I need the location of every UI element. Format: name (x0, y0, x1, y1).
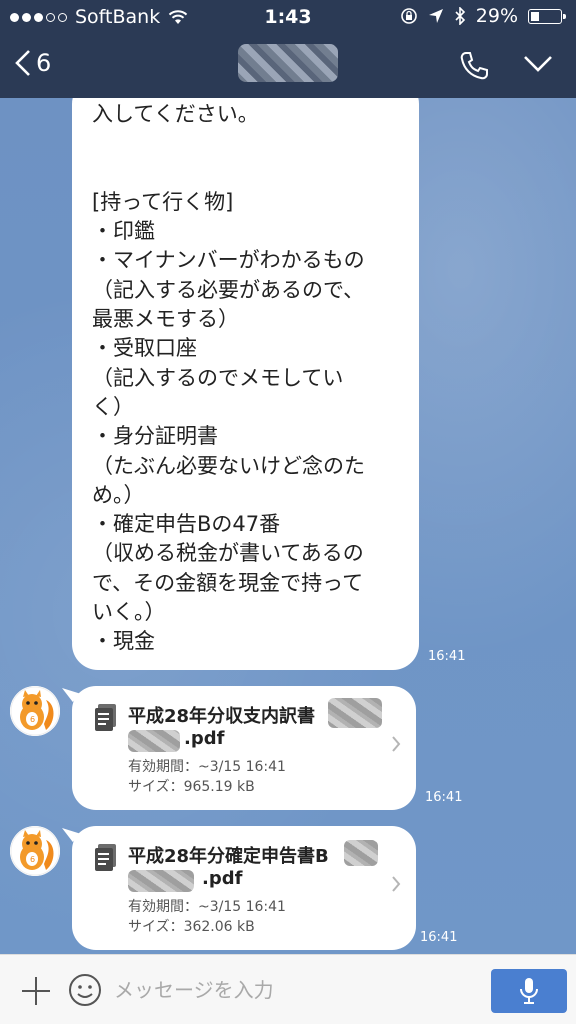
message-time: 16:41 (428, 649, 466, 664)
chat-header: 6 (0, 34, 576, 98)
message-line: ・確定申告Bの47番 (92, 512, 281, 537)
location-icon (428, 9, 443, 23)
message-line: [持って行く物] (92, 189, 234, 214)
redacted-text (128, 730, 180, 752)
file-expiry: 有効期間：~3/15 16:41 (128, 759, 286, 775)
bluetooth-icon (455, 7, 465, 25)
message-time: 16:41 (420, 930, 458, 945)
rotation-lock-icon (400, 8, 417, 24)
input-bar (0, 954, 576, 1024)
message-line: （記入する必要があるので、 (92, 277, 365, 302)
chevron-right-icon[interactable] (390, 874, 402, 894)
file-message[interactable]: 平成28年分確定申告書B .pdf 有効期間：~3/15 16:41 サイズ：3… (72, 826, 416, 950)
chat-area[interactable]: 入してください。 [持って行く物] ・印鑑・マイナンバーがわかるもの （記入する必要が… (0, 98, 576, 954)
message-line: ・受取口座 (92, 336, 197, 361)
message-line: （記入するのでメモしてい (92, 365, 344, 390)
message-line (92, 159, 405, 188)
file-extension: .pdf (202, 868, 243, 889)
file-title: 平成28年分収支内訳書 (128, 706, 316, 727)
message-line: 最悪メモする） (92, 307, 239, 332)
message-line: （たぶん必要ないけど念のた (92, 453, 365, 478)
message-line: いく。） (92, 600, 166, 625)
voice-button[interactable] (491, 969, 567, 1013)
message-line: め。） (92, 482, 145, 507)
emoji-icon[interactable] (68, 973, 102, 1007)
squirrel-avatar-icon: 6 (10, 826, 60, 876)
file-size: サイズ：965.19 kB (128, 779, 255, 795)
message-time: 16:41 (425, 790, 463, 805)
message-line: ・マイナンバーがわかるもの (92, 248, 365, 273)
microphone-icon (520, 978, 538, 1004)
battery-fill (531, 11, 539, 21)
redacted-text (344, 840, 378, 866)
battery-icon (528, 8, 566, 24)
contact-name-redacted (238, 44, 338, 82)
file-title: 平成28年分確定申告書B (128, 846, 329, 867)
svg-text:6: 6 (30, 855, 35, 864)
status-bar: SoftBank 1:43 29% (0, 0, 576, 34)
file-size: サイズ：362.06 kB (128, 919, 255, 935)
message-input[interactable] (112, 971, 476, 1009)
battery-percent: 29% (475, 5, 518, 27)
file-extension: .pdf (184, 728, 225, 749)
message-line: ・身分証明書 (92, 424, 218, 449)
file-message[interactable]: 平成28年分収支内訳書 .pdf 有効期間：~3/15 16:41 サイズ：96… (72, 686, 416, 810)
document-icon (95, 704, 116, 731)
document-icon (95, 844, 116, 871)
svg-text:6: 6 (30, 715, 35, 724)
phone-icon[interactable] (458, 50, 490, 82)
squirrel-avatar-icon: 6 (10, 686, 60, 736)
message-line: 入してください。 (92, 102, 259, 126)
message-line: ・印鑑 (92, 219, 155, 244)
chevron-down-icon[interactable] (522, 52, 554, 76)
unread-count: 6 (36, 49, 52, 77)
message-line: く） (92, 394, 134, 419)
status-right: 29% (400, 5, 566, 27)
plus-icon[interactable] (20, 975, 52, 1007)
avatar[interactable]: 6 (10, 826, 60, 876)
redacted-text (328, 698, 382, 728)
redacted-text (128, 870, 194, 892)
message-line (92, 129, 405, 158)
file-expiry: 有効期間：~3/15 16:41 (128, 899, 286, 915)
back-button[interactable]: 6 (14, 48, 51, 78)
avatar[interactable]: 6 (10, 686, 60, 736)
chevron-left-icon (15, 50, 30, 76)
message-line: （収める税金が書いてあるの (92, 541, 364, 566)
chevron-right-icon[interactable] (390, 734, 402, 754)
message-line: で、その金額を現金で持って (92, 570, 364, 595)
message-bubble[interactable]: 入してください。 [持って行く物] ・印鑑・マイナンバーがわかるもの （記入する必要が… (72, 98, 419, 670)
message-line: ・現金 (92, 629, 155, 654)
message-text: 入してください。 [持って行く物] ・印鑑・マイナンバーがわかるもの （記入する必要が… (92, 100, 405, 657)
